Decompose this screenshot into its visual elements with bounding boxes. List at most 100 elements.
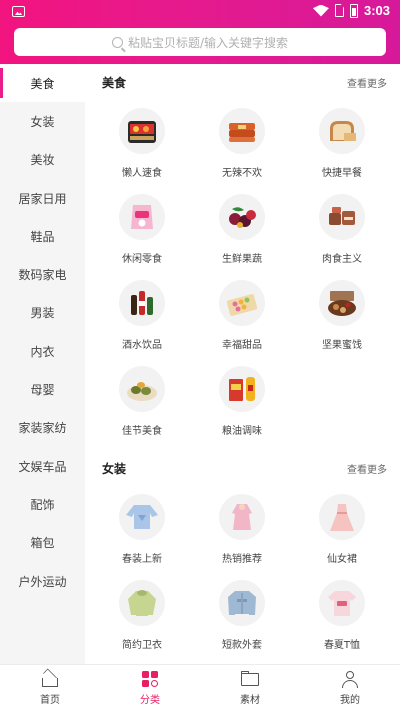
hoodie-icon	[119, 580, 165, 626]
grid-item-drinks[interactable]: 酒水饮品	[97, 280, 187, 360]
category-sidebar: 美食 女装 美妆 居家日用 鞋品 数码家电 男装 内衣 母婴 家装家纺 文娱车品…	[0, 64, 85, 664]
grid-item-label: 快捷早餐	[322, 168, 362, 179]
wifi-icon	[312, 4, 329, 17]
spicy-snack-icon	[219, 108, 265, 154]
sidebar-item-label: 居家日用	[18, 191, 67, 206]
tab-home[interactable]: 首页	[0, 665, 100, 711]
sidebar-item-accessories[interactable]: 配饰	[0, 485, 85, 523]
tab-category[interactable]: 分类	[100, 665, 200, 711]
grid-item-desserts[interactable]: 幸福甜品	[197, 280, 287, 360]
sidebar-item-electronics[interactable]: 数码家电	[0, 255, 85, 293]
section-title: 美食	[102, 75, 127, 90]
status-time: 3:03	[363, 3, 390, 18]
grid-item-label: 生鲜果蔬	[222, 254, 262, 265]
sidebar-item-home-textile[interactable]: 家装家纺	[0, 409, 85, 447]
grid-item-label: 仙女裙	[327, 554, 357, 565]
search-input[interactable]: 粘贴宝贝标题/输入关键字搜索	[14, 28, 386, 56]
sidebar-item-label: 男装	[30, 306, 55, 321]
search-icon	[111, 36, 123, 48]
sidebar-item-womens-wear[interactable]: 女装	[0, 102, 85, 140]
tab-label: 首页	[40, 695, 60, 706]
dress-icon	[319, 494, 365, 540]
battery-icon	[349, 3, 358, 18]
grid-item-label: 春装上新	[122, 554, 162, 565]
grid-item-tshirt[interactable]: 春夏T恤	[297, 580, 387, 660]
grid-item-oil[interactable]: 粮油调味	[197, 366, 287, 446]
grid-item-snacks[interactable]: 休闲零食	[97, 194, 187, 274]
sidebar-item-label: 箱包	[30, 536, 55, 551]
section-title: 女装	[102, 461, 127, 476]
grid-item-label: 坚果蜜饯	[322, 340, 362, 351]
grid-item-label: 无辣不欢	[222, 168, 262, 179]
grid-item-spicy[interactable]: 无辣不欢	[197, 108, 287, 188]
grid-item-label: 短款外套	[222, 640, 262, 651]
tab-label: 我的	[340, 695, 360, 706]
sidebar-item-bags[interactable]: 箱包	[0, 524, 85, 562]
sim-card-icon	[334, 4, 344, 17]
sidebar-item-outdoor[interactable]: 户外运动	[0, 562, 85, 600]
section-header-food: 美食 查看更多	[102, 72, 387, 92]
grid-item-fairy-dress[interactable]: 仙女裙	[297, 494, 387, 574]
sidebar-item-label: 文娱车品	[18, 459, 67, 474]
category-content: 美食 查看更多 懒人速食 无辣不欢 快捷早餐 休闲零食 生鲜果蔬 肉食主义 酒水…	[85, 64, 400, 664]
grid-item-festival[interactable]: 佳节美食	[97, 366, 187, 446]
gallery-notification-icon	[12, 6, 25, 17]
bread-icon	[319, 108, 365, 154]
grid-item-spring-new[interactable]: 春装上新	[97, 494, 187, 574]
grid-item-fresh[interactable]: 生鲜果蔬	[197, 194, 287, 274]
sidebar-item-entertainment-auto[interactable]: 文娱车品	[0, 447, 85, 485]
grid-item-breakfast[interactable]: 快捷早餐	[297, 108, 387, 188]
grid-item-label: 佳节美食	[122, 426, 162, 437]
section-header-womens-wear: 女装 查看更多	[102, 458, 387, 478]
user-icon	[340, 670, 360, 688]
tab-label: 分类	[140, 695, 160, 706]
sidebar-item-shoes[interactable]: 鞋品	[0, 217, 85, 255]
tab-materials[interactable]: 素材	[200, 665, 300, 711]
grid-item-label: 懒人速食	[122, 168, 162, 179]
grid-item-meat[interactable]: 肉食主义	[297, 194, 387, 274]
grid-item-hot-sale[interactable]: 热销推荐	[197, 494, 287, 574]
sidebar-item-beauty[interactable]: 美妆	[0, 141, 85, 179]
search-placeholder: 粘贴宝贝标题/输入关键字搜索	[127, 35, 289, 50]
grid-item-label: 粮油调味	[222, 426, 262, 437]
grid-item-nuts[interactable]: 坚果蜜饯	[297, 280, 387, 360]
sidebar-item-label: 女装	[30, 114, 55, 129]
status-indicators: 3:03	[312, 3, 390, 18]
view-more-link[interactable]: 查看更多	[347, 461, 387, 476]
grid-item-label: 休闲零食	[122, 254, 162, 265]
pink-top-icon	[219, 494, 265, 540]
sidebar-item-label: 户外运动	[18, 574, 67, 589]
tab-mine[interactable]: 我的	[300, 665, 400, 711]
blouse-icon	[119, 494, 165, 540]
sidebar-item-underwear[interactable]: 内衣	[0, 332, 85, 370]
home-icon	[40, 668, 60, 688]
grid-item-label: 幸福甜品	[222, 340, 262, 351]
app-header: 3:03 粘贴宝贝标题/输入关键字搜索	[0, 0, 400, 64]
sidebar-item-label: 内衣	[30, 344, 55, 359]
sidebar-item-label: 美妆	[30, 153, 55, 168]
instant-food-icon	[119, 108, 165, 154]
sidebar-item-food[interactable]: 美食	[0, 64, 85, 103]
sidebar-item-household[interactable]: 居家日用	[0, 179, 85, 217]
grid-item-instant-food[interactable]: 懒人速食	[97, 108, 187, 188]
grid-item-short-jacket[interactable]: 短款外套	[197, 580, 287, 660]
grid-item-label: 热销推荐	[222, 554, 262, 565]
grid-item-label: 简约卫衣	[122, 640, 162, 651]
grid-item-label: 春夏T恤	[323, 640, 361, 651]
oil-icon	[219, 366, 265, 412]
sidebar-item-label: 家装家纺	[18, 421, 67, 436]
grid-item-hoodie[interactable]: 简约卫衣	[97, 580, 187, 660]
sidebar-item-mens-wear[interactable]: 男装	[0, 294, 85, 332]
sidebar-item-label: 美食	[30, 76, 55, 91]
grid-item-label: 肉食主义	[322, 254, 362, 265]
sidebar-item-baby[interactable]: 母婴	[0, 370, 85, 408]
nuts-icon	[319, 280, 365, 326]
dessert-icon	[219, 280, 265, 326]
sidebar-item-label: 鞋品	[30, 229, 55, 244]
denim-jacket-icon	[219, 580, 265, 626]
drinks-icon	[119, 280, 165, 326]
category-icon	[140, 670, 160, 688]
folder-icon	[240, 670, 260, 688]
view-more-link[interactable]: 查看更多	[347, 75, 387, 90]
festival-food-icon	[119, 366, 165, 412]
